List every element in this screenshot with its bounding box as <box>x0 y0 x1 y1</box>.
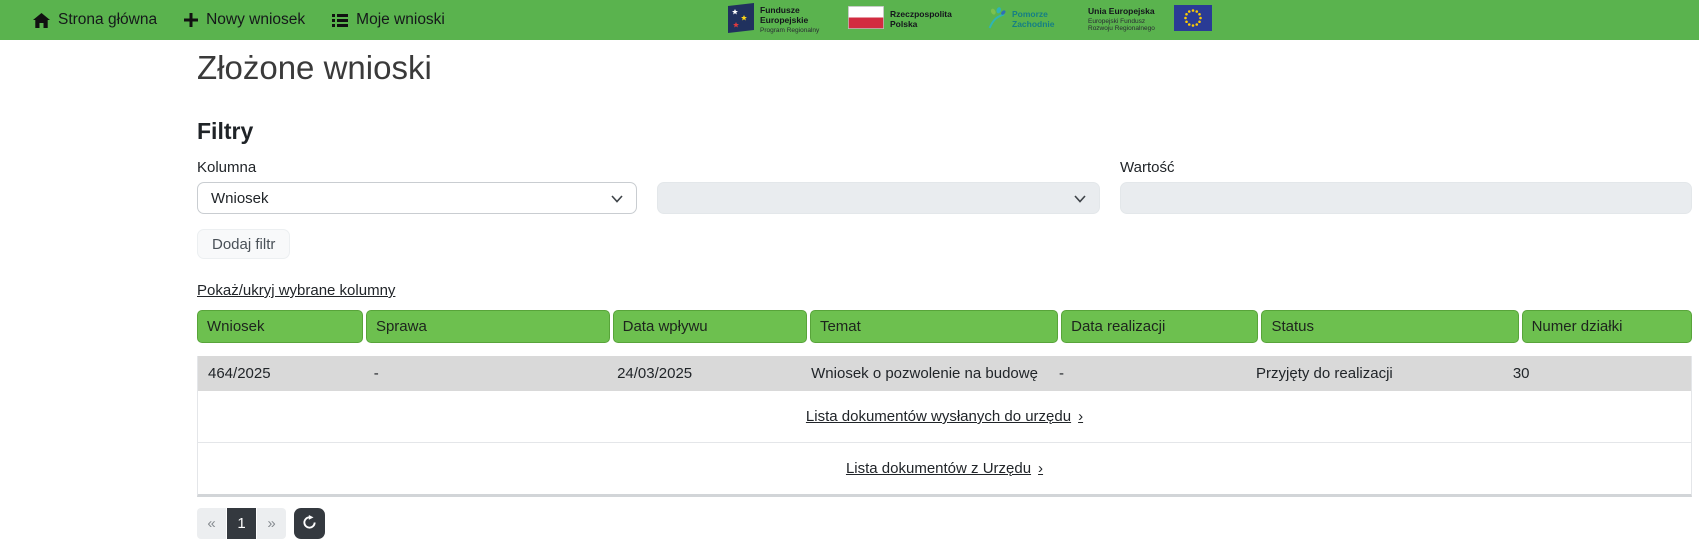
refresh-icon <box>302 515 317 533</box>
filters-heading: Filtry <box>197 118 1692 145</box>
logo-title: Rzeczpospolita Polska <box>890 10 962 30</box>
operator-select[interactable] <box>657 182 1100 214</box>
main-content: Złożone wnioski Filtry Kolumna Wniosek W… <box>197 48 1692 539</box>
pagination-next-button[interactable]: » <box>257 508 286 539</box>
cell-sprawa: - <box>364 365 607 382</box>
column-header-numer-dzialki[interactable]: Numer działki <box>1522 310 1692 343</box>
logo-subtitle: Europejski Fundusz Rozwoju Regionalnego <box>1088 18 1168 32</box>
column-header-wniosek[interactable]: Wniosek <box>197 310 363 343</box>
add-filter-button[interactable]: Dodaj filtr <box>197 229 290 259</box>
funding-logos: Fundusze Europejskie Program Regionalny … <box>728 0 1212 40</box>
page-title: Złożone wnioski <box>197 48 1692 88</box>
navbar: Strona główna Nowy wniosek Moje wnioski <box>0 0 1699 40</box>
toggle-columns-link[interactable]: Pokaż/ukryj wybrane kolumny <box>197 282 395 299</box>
column-select[interactable]: Wniosek <box>197 182 637 214</box>
documents-sent-link-label: Lista dokumentów wysłanych do urzędu <box>806 408 1071 425</box>
list-icon <box>332 14 348 27</box>
documents-received-row: Lista dokumentów z Urzędu › <box>198 443 1691 494</box>
pagination-prev-button[interactable]: « <box>197 508 226 539</box>
cell-status: Przyjęty do realizacji <box>1246 365 1503 382</box>
poland-flag-icon <box>848 6 884 34</box>
nav-item-moje-wnioski[interactable]: Moje wnioski <box>332 11 445 29</box>
filter-value-group: Wartość <box>1120 145 1692 214</box>
fundusze-europejskie-flag-icon <box>728 3 754 38</box>
filter-row: Kolumna Wniosek Wartość <box>197 145 1692 214</box>
column-header-data-realizacji[interactable]: Data realizacji <box>1061 310 1258 343</box>
cell-temat: Wniosek o pozwolenie na budowę <box>801 365 1049 382</box>
logo-pomorze-zachodnie: Pomorze Zachodnie <box>986 5 1064 36</box>
documents-received-link-label: Lista dokumentów z Urzędu <box>846 460 1031 477</box>
column-header-status[interactable]: Status <box>1261 310 1518 343</box>
eu-flag-icon <box>1174 5 1212 36</box>
cell-data-wplywu: 24/03/2025 <box>607 365 801 382</box>
nav-item-nowy-wniosek[interactable]: Nowy wniosek <box>184 11 305 29</box>
value-input[interactable] <box>1120 182 1692 214</box>
kolumna-label: Kolumna <box>197 159 637 176</box>
nav-item-label: Nowy wniosek <box>206 11 305 29</box>
cell-wniosek: 464/2025 <box>198 365 364 382</box>
filter-operator-group <box>657 182 1100 214</box>
table-body: 464/2025 - 24/03/2025 Wniosek o pozwolen… <box>197 356 1692 497</box>
cell-numer-dzialki: 30 <box>1503 365 1691 382</box>
table-row[interactable]: 464/2025 - 24/03/2025 Wniosek o pozwolen… <box>198 356 1691 391</box>
wartosc-label: Wartość <box>1120 159 1692 176</box>
pagination-page-1-button[interactable]: 1 <box>227 508 256 539</box>
logo-subtitle: Program Regionalny <box>760 27 824 34</box>
chevron-right-icon: › <box>1078 408 1083 425</box>
logo-title: Fundusze Europejskie <box>760 6 824 26</box>
nav-item-label: Moje wnioski <box>356 11 445 29</box>
chevron-down-icon <box>1074 190 1086 207</box>
logo-title: Unia Europejska <box>1088 7 1168 17</box>
column-select-value: Wniosek <box>211 190 269 207</box>
logo-unia-europejska: Unia Europejska Europejski Fundusz Rozwo… <box>1088 5 1212 36</box>
column-header-temat[interactable]: Temat <box>810 310 1058 343</box>
logo-title: Pomorze Zachodnie <box>1012 10 1064 30</box>
navbar-menu: Strona główna Nowy wniosek Moje wnioski <box>0 11 445 29</box>
pagination: « 1 » <box>197 508 1692 539</box>
table-header-row: Wniosek Sprawa Data wpływu Temat Data re… <box>197 310 1692 343</box>
logo-fundusze-europejskie: Fundusze Europejskie Program Regionalny <box>728 3 824 38</box>
filter-column-group: Kolumna Wniosek <box>197 145 637 214</box>
nav-item-label: Strona główna <box>58 11 157 29</box>
column-header-data-wplywu[interactable]: Data wpływu <box>613 310 807 343</box>
documents-sent-link[interactable]: Lista dokumentów wysłanych do urzędu › <box>806 408 1083 425</box>
documents-received-link[interactable]: Lista dokumentów z Urzędu › <box>846 460 1043 477</box>
logo-rzeczpospolita-polska: Rzeczpospolita Polska <box>848 6 962 34</box>
chevron-right-icon: › <box>1038 460 1043 477</box>
column-header-sprawa[interactable]: Sprawa <box>366 310 610 343</box>
chevron-down-icon <box>611 190 623 207</box>
documents-sent-row: Lista dokumentów wysłanych do urzędu › <box>198 391 1691 442</box>
plus-icon <box>184 13 198 27</box>
refresh-button[interactable] <box>294 508 325 539</box>
nav-item-strona-glowna[interactable]: Strona główna <box>33 11 157 29</box>
home-icon <box>33 13 50 28</box>
cell-data-realizacji: - <box>1049 365 1246 382</box>
pomorze-griffin-icon <box>986 5 1006 36</box>
